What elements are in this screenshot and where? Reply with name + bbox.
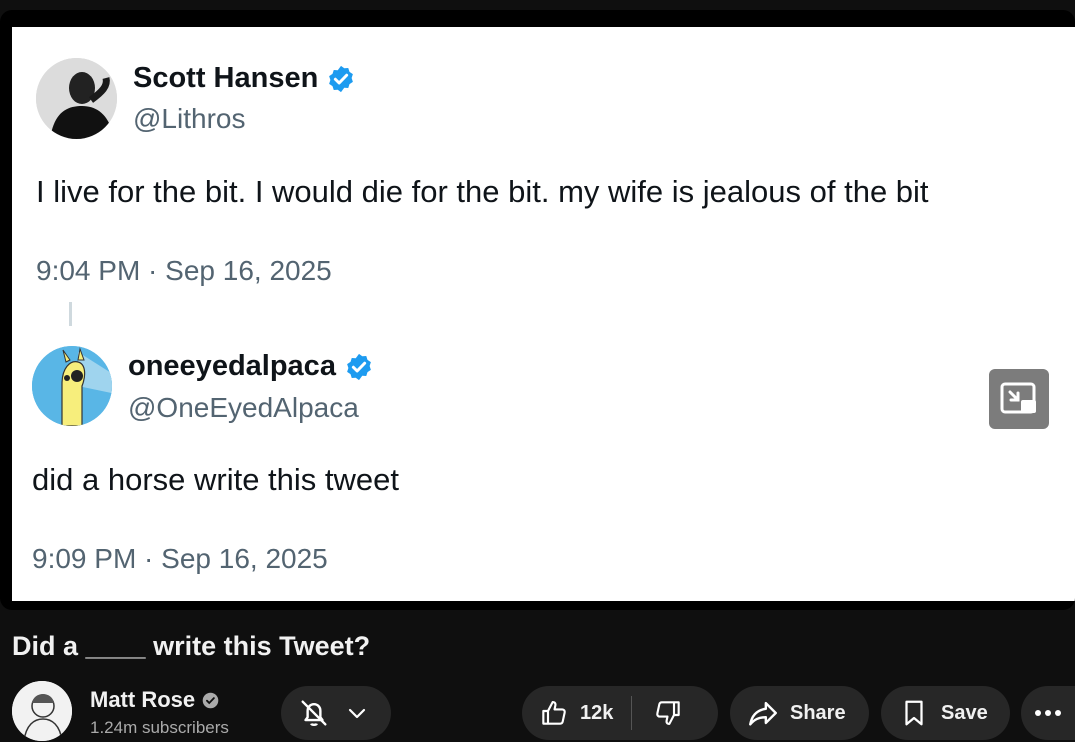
like-dislike-group: 12k xyxy=(522,686,718,740)
thumbs-down-icon xyxy=(656,701,681,725)
tweet-author-name: oneeyedalpaca xyxy=(128,350,374,383)
tweet-thread-card: Scott Hansen @Lithros I live for the bit… xyxy=(12,27,1075,601)
tweet-author-name-text: oneeyedalpaca xyxy=(128,350,336,382)
tweet-author-name-text: Scott Hansen xyxy=(133,62,319,94)
subscriber-count: 1.24m subscribers xyxy=(90,718,229,737)
share-arrow-icon xyxy=(749,701,777,726)
channel-name-text[interactable]: Matt Rose xyxy=(90,687,195,713)
miniplayer-button[interactable] xyxy=(989,369,1049,429)
notifications-button[interactable] xyxy=(281,686,391,740)
pip-icon xyxy=(1000,382,1036,414)
save-label: Save xyxy=(941,701,988,724)
verified-badge-icon xyxy=(347,353,371,380)
verified-badge-icon xyxy=(329,65,354,92)
video-player[interactable]: Scott Hansen @Lithros I live for the bit… xyxy=(0,10,1075,610)
tweet-author-handle: @Lithros xyxy=(133,103,246,134)
scott-hansen-avatar xyxy=(36,58,117,139)
share-button[interactable]: Share xyxy=(730,686,869,740)
tweet-text: did a horse write this tweet xyxy=(32,462,400,497)
share-label: Share xyxy=(790,701,846,724)
more-icon xyxy=(1035,710,1061,716)
tweet-timestamp: 9:09 PM · Sep 16, 2025 xyxy=(32,543,328,574)
save-button[interactable]: Save xyxy=(881,686,1010,740)
video-title: Did a ____ write this Tweet? xyxy=(12,631,371,661)
thumbs-up-icon xyxy=(542,701,566,725)
tweet-timestamp: 9:04 PM · Sep 16, 2025 xyxy=(36,255,332,286)
tweet-text: I live for the bit. I would die for the … xyxy=(36,174,929,209)
dislike-button[interactable] xyxy=(632,697,684,729)
like-button[interactable]: 12k xyxy=(538,697,631,729)
more-actions-button[interactable] xyxy=(1021,686,1075,740)
tweet-author-name: Scott Hansen xyxy=(133,62,356,95)
oneeyedalpaca-avatar xyxy=(32,346,112,426)
chevron-down-icon xyxy=(348,708,366,719)
bell-off-icon xyxy=(301,700,327,726)
verified-badge-icon xyxy=(202,692,219,708)
like-count: 12k xyxy=(580,701,614,724)
bookmark-icon xyxy=(905,700,923,726)
channel-name[interactable]: Matt Rose xyxy=(90,687,219,713)
channel-avatar[interactable] xyxy=(12,681,72,741)
tweet-author-handle: @OneEyedAlpaca xyxy=(128,392,359,423)
thread-connector xyxy=(69,302,72,326)
